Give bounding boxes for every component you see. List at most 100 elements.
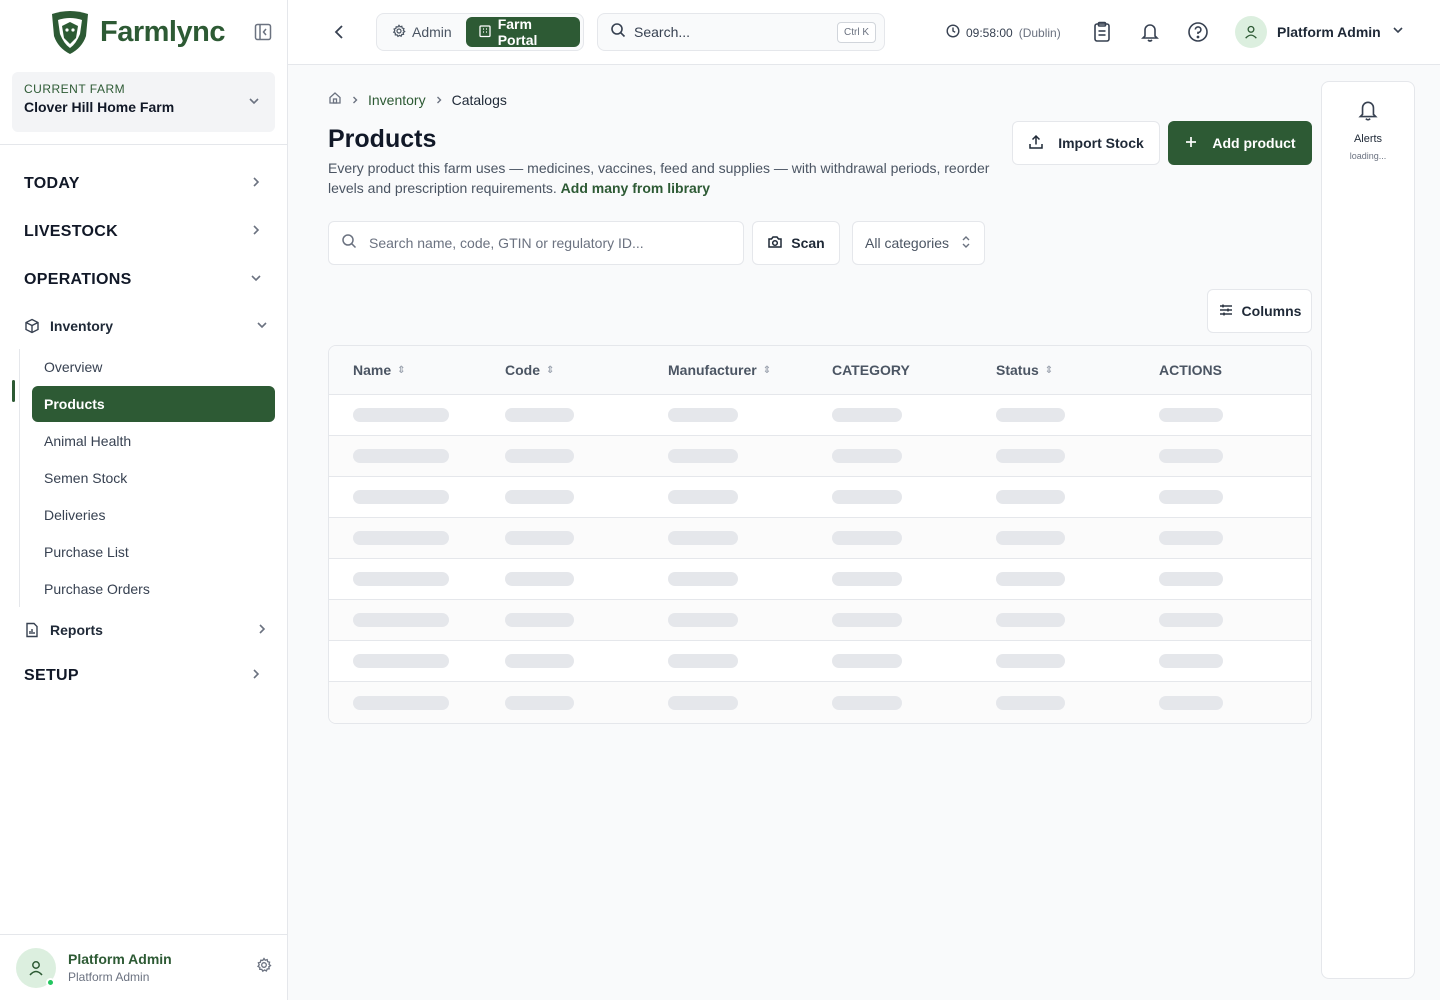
table-cell: [644, 408, 808, 422]
skeleton-placeholder: [505, 449, 574, 463]
current-farm-selector[interactable]: CURRENT FARM Clover Hill Home Farm: [12, 72, 275, 132]
sidebar-item-semen-stock[interactable]: Semen Stock: [32, 460, 275, 496]
mode-admin-button[interactable]: Admin: [380, 17, 464, 47]
table-row: [329, 477, 1311, 518]
column-header-label: Manufacturer: [668, 362, 757, 378]
table-cell: [808, 695, 972, 710]
column-header-manufacturer[interactable]: Manufacturer ⇕: [644, 362, 808, 378]
inventory-subnav: Overview Products Animal Health Semen St…: [19, 349, 287, 607]
sidebar-collapse-icon[interactable]: [253, 22, 273, 42]
skeleton-placeholder: [353, 531, 449, 545]
table-cell: [329, 613, 481, 627]
alerts-panel[interactable]: Alerts loading...: [1321, 81, 1415, 979]
sidebar-item-purchase-list[interactable]: Purchase List: [32, 534, 275, 570]
page-description: Every product this farm uses — medicines…: [328, 158, 998, 198]
alerts-status: loading...: [1349, 151, 1387, 161]
mode-farm-portal-label: Farm Portal: [497, 16, 538, 48]
help-icon[interactable]: [1187, 21, 1209, 48]
table-cell: [808, 490, 972, 504]
table-cell: [644, 654, 808, 668]
nav-section-setup[interactable]: SETUP: [0, 652, 287, 700]
back-arrow-icon[interactable]: [330, 22, 350, 47]
nav-section-livestock[interactable]: LIVESTOCK: [0, 208, 287, 256]
nav-section-operations[interactable]: OPERATIONS: [0, 256, 287, 304]
table-row: [329, 395, 1311, 436]
skeleton-placeholder: [1159, 449, 1223, 463]
skeleton-placeholder: [1159, 408, 1223, 422]
breadcrumb: Inventory Catalogs: [328, 91, 507, 108]
skeleton-placeholder: [668, 695, 738, 710]
sidebar-item-overview[interactable]: Overview: [32, 349, 275, 385]
category-select[interactable]: All categories: [852, 221, 985, 265]
breadcrumb-inventory-link[interactable]: Inventory: [368, 92, 426, 108]
global-search-input[interactable]: Search... Ctrl K: [597, 13, 885, 51]
bell-icon[interactable]: [1140, 21, 1160, 48]
avatar[interactable]: [16, 947, 56, 988]
sidebar-item-products[interactable]: Products: [32, 386, 275, 422]
skeleton-placeholder: [505, 654, 574, 668]
online-status-dot: [46, 977, 55, 987]
skeleton-placeholder: [353, 572, 449, 586]
table-cell: [808, 531, 972, 545]
breadcrumb-current: Catalogs: [451, 91, 507, 108]
table-cell: [808, 408, 972, 422]
skeleton-placeholder: [353, 490, 449, 504]
brand-name: Farmlync: [100, 15, 225, 48]
scan-button[interactable]: Scan: [752, 221, 840, 265]
add-from-library-link[interactable]: Add many from library: [561, 180, 710, 196]
sliders-icon: [1218, 302, 1234, 321]
import-stock-button[interactable]: Import Stock: [1012, 121, 1160, 165]
chevron-right-icon: [434, 92, 444, 108]
sidebar-item-purchase-orders[interactable]: Purchase Orders: [32, 571, 275, 607]
columns-button[interactable]: Columns: [1207, 289, 1312, 333]
column-header-status[interactable]: Status ⇕: [972, 362, 1135, 378]
skeleton-placeholder: [996, 408, 1065, 422]
table-cell: [1135, 449, 1311, 463]
page-title: Products: [328, 125, 437, 153]
clipboard-icon[interactable]: [1092, 21, 1112, 48]
skeleton-placeholder: [996, 695, 1065, 710]
table-cell: [481, 695, 644, 710]
nav-group-inventory[interactable]: Inventory: [0, 304, 287, 348]
clock-timezone: (Dublin): [1018, 25, 1061, 40]
column-header-code[interactable]: Code ⇕: [481, 362, 644, 378]
table-cell: [481, 572, 644, 586]
table-row: [329, 436, 1311, 477]
sidebar-item-deliveries[interactable]: Deliveries: [32, 497, 275, 533]
active-indicator: [12, 380, 15, 402]
skeleton-placeholder: [1159, 531, 1223, 545]
skeleton-placeholder: [996, 654, 1065, 668]
sidebar: Farmlync CURRENT FARM Clover Hill Home F…: [0, 0, 288, 1000]
nav-section-label: LIVESTOCK: [24, 223, 118, 240]
home-icon[interactable]: [328, 91, 342, 108]
table-cell: [808, 654, 972, 668]
table-cell: [644, 572, 808, 586]
skeleton-placeholder: [996, 490, 1065, 504]
skeleton-placeholder: [353, 695, 449, 710]
add-product-button[interactable]: Add product: [1168, 121, 1312, 165]
sidebar-item-animal-health[interactable]: Animal Health: [32, 423, 275, 459]
skeleton-placeholder: [668, 408, 738, 422]
skeleton-placeholder: [1159, 613, 1223, 627]
gear-icon[interactable]: [256, 957, 272, 978]
skeleton-placeholder: [668, 654, 738, 668]
logo-row: Farmlync: [0, 0, 287, 64]
brand-logo[interactable]: Farmlync: [46, 8, 225, 56]
skeleton-placeholder: [505, 531, 574, 545]
mode-farm-portal-button[interactable]: Farm Portal: [465, 16, 580, 48]
nav-group-reports[interactable]: Reports: [0, 608, 287, 652]
products-table: Name ⇕ Code ⇕ Manufacturer ⇕ CATEGORY Statu…: [328, 345, 1312, 724]
table-cell: [481, 408, 644, 422]
table-cell: [644, 613, 808, 627]
product-search-input[interactable]: Search name, code, GTIN or regulatory ID…: [328, 221, 744, 265]
nav-section-today[interactable]: TODAY: [0, 160, 287, 208]
table-cell: [481, 490, 644, 504]
table-cell: [329, 531, 481, 545]
table-cell: [808, 613, 972, 627]
table-cell: [644, 695, 808, 710]
table-row: [329, 682, 1311, 723]
column-header-name[interactable]: Name ⇕: [329, 362, 481, 378]
table-cell: [972, 490, 1135, 504]
clock-time: 09:58:00: [966, 25, 1013, 40]
user-menu[interactable]: Platform Admin: [1235, 16, 1405, 48]
